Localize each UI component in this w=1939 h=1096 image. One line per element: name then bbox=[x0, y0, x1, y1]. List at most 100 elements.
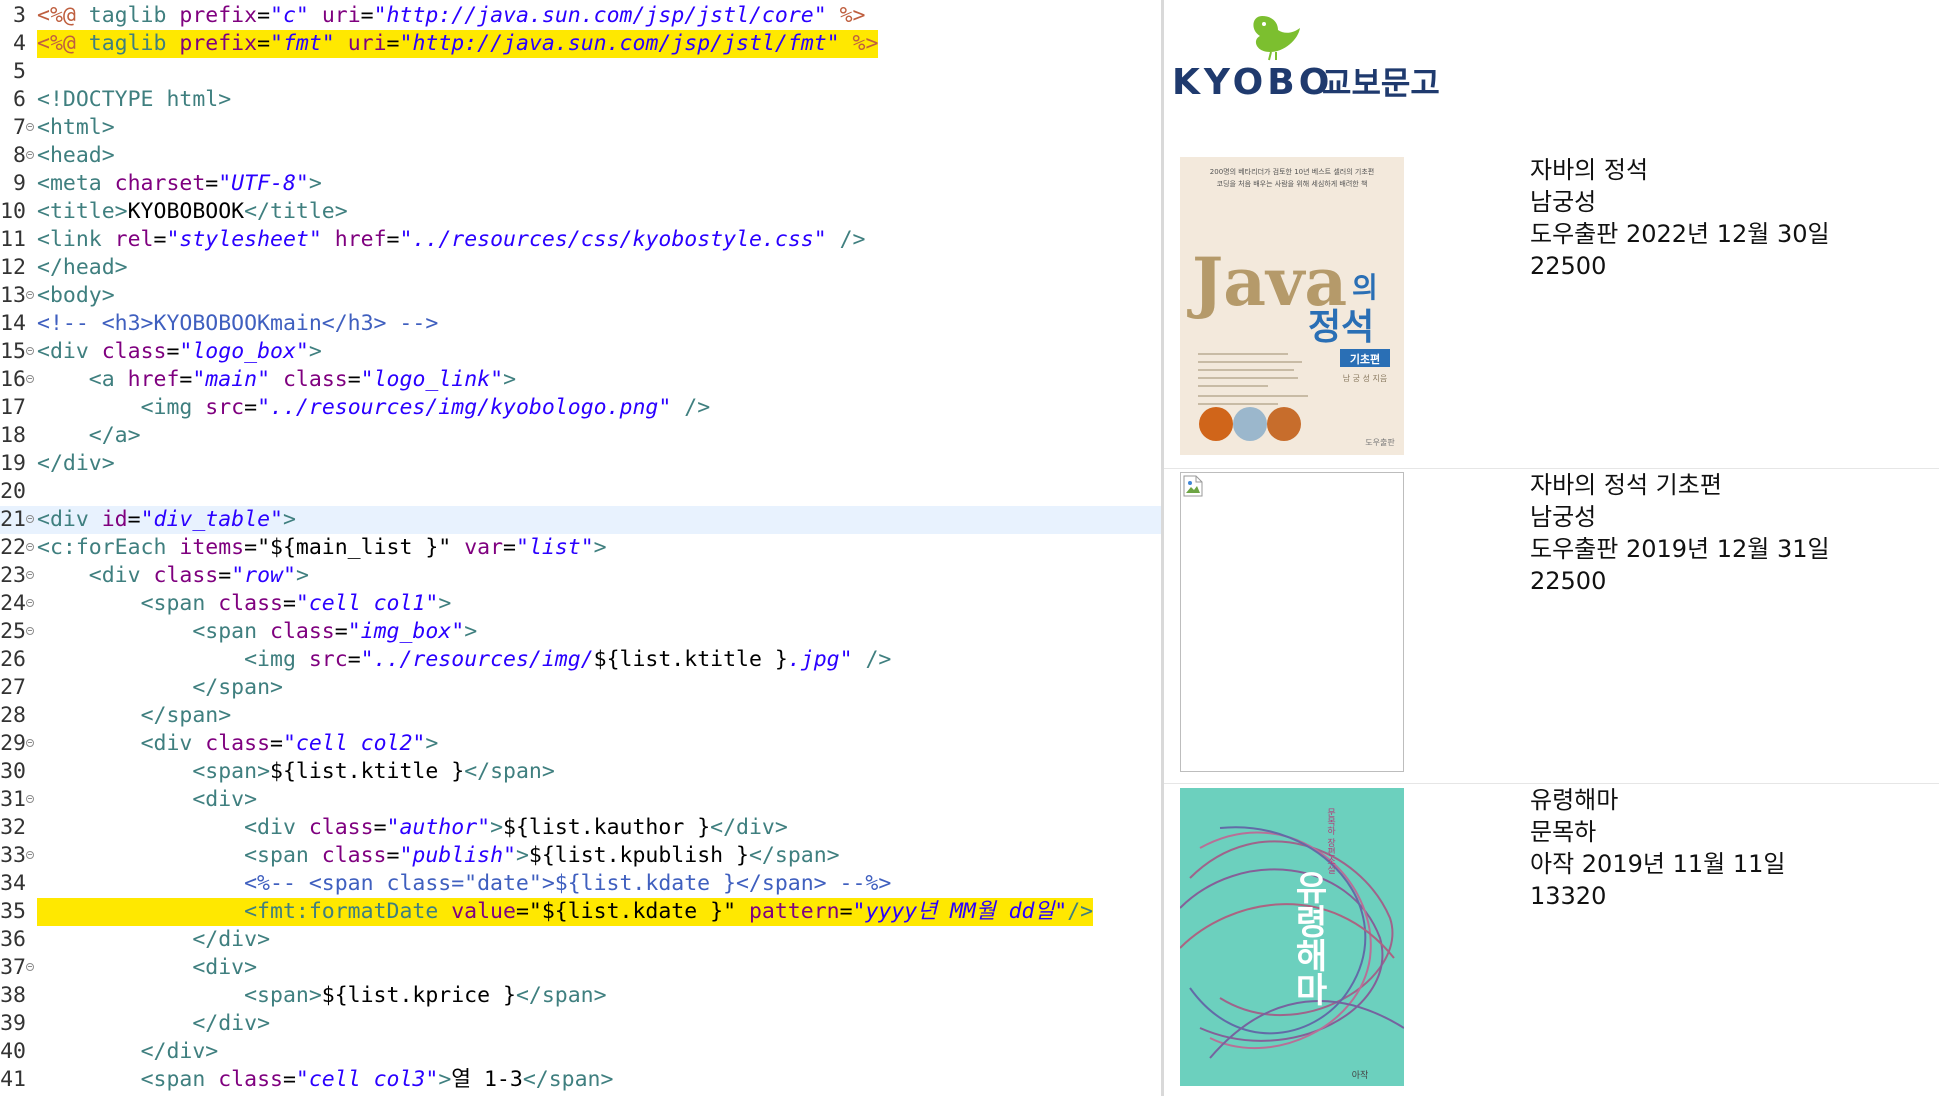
code-line-9[interactable]: 9 <meta charset="UTF-8"> bbox=[0, 170, 1161, 198]
code-token: = bbox=[244, 395, 258, 420]
fold-toggle-icon[interactable] bbox=[26, 599, 34, 607]
code-text: </a> bbox=[37, 422, 141, 450]
code-token: > bbox=[438, 591, 452, 616]
code-token: "../resources/img/ bbox=[360, 647, 594, 672]
code-line-38[interactable]: 38 <span>${list.kprice }</span> bbox=[0, 982, 1161, 1010]
code-line-27[interactable]: 27 </span> bbox=[0, 674, 1161, 702]
code-line-3[interactable]: 3 <%@ taglib prefix="c" uri="http://java.… bbox=[0, 2, 1161, 30]
code-line-17[interactable]: 17 <img src="../resources/img/kyobologo.… bbox=[0, 394, 1161, 422]
code-line-36[interactable]: 36 </div> bbox=[0, 926, 1161, 954]
code-token: <link bbox=[37, 227, 115, 252]
code-line-34[interactable]: 34 <%-- <span class="date">${list.kdate … bbox=[0, 870, 1161, 898]
code-line-16[interactable]: 16 <a href="main" class="logo_link"> bbox=[0, 366, 1161, 394]
fold-toggle-icon[interactable] bbox=[26, 739, 34, 747]
code-token: href bbox=[334, 227, 387, 252]
code-line-24[interactable]: 24 <span class="cell col1"> bbox=[0, 590, 1161, 618]
code-token: <fmt:formatDate bbox=[244, 899, 452, 924]
line-number: 25 bbox=[0, 619, 26, 644]
code-text: </div> bbox=[37, 450, 115, 478]
code-line-20[interactable]: 20 bbox=[0, 478, 1161, 506]
line-number: 5 bbox=[13, 59, 26, 84]
code-token: src bbox=[308, 647, 348, 672]
code-line-35[interactable]: 35 <fmt:formatDate value="${list.kdate }… bbox=[0, 898, 1161, 926]
code-line-23[interactable]: 23 <div class="row"> bbox=[0, 562, 1161, 590]
code-line-40[interactable]: 40 </div> bbox=[0, 1038, 1161, 1066]
code-line-28[interactable]: 28 </span> bbox=[0, 702, 1161, 730]
code-token: = bbox=[503, 535, 516, 560]
fold-toggle-icon[interactable] bbox=[26, 795, 34, 803]
line-number: 24 bbox=[0, 591, 26, 616]
fold-toggle-icon[interactable] bbox=[26, 347, 34, 355]
fold-toggle-icon[interactable] bbox=[26, 963, 34, 971]
code-token: </span> bbox=[464, 759, 555, 784]
code-token: <c:forEach bbox=[37, 535, 180, 560]
code-line-37[interactable]: 37 <div> bbox=[0, 954, 1161, 982]
code-line-4[interactable]: 4 <%@ taglib prefix="fmt" uri="http://jav… bbox=[0, 30, 1161, 58]
code-token: "../resources/css/kyobostyle.css" bbox=[399, 227, 827, 252]
code-token: "${main_list }" bbox=[257, 535, 452, 560]
book-title: 자바의 정석 기초편 bbox=[1530, 471, 1722, 499]
fold-toggle-icon[interactable] bbox=[26, 543, 34, 551]
line-number: 18 bbox=[0, 423, 26, 448]
code-line-12[interactable]: 12 </head> bbox=[0, 254, 1161, 282]
cover-publisher: 도우출판 bbox=[1365, 437, 1395, 447]
fold-toggle-icon[interactable] bbox=[26, 123, 34, 131]
code-token: > bbox=[218, 87, 232, 112]
code-line-26[interactable]: 26 <img src="../resources/img/${list.kti… bbox=[0, 646, 1161, 674]
code-editor[interactable]: 3 <%@ taglib prefix="c" uri="http://java.… bbox=[0, 0, 1161, 1096]
code-line-29[interactable]: 29 <div class="cell col2"> bbox=[0, 730, 1161, 758]
code-token: = bbox=[218, 563, 232, 588]
line-number: 17 bbox=[0, 395, 26, 420]
fold-toggle-icon[interactable] bbox=[26, 151, 34, 159]
code-token: > bbox=[515, 843, 529, 868]
code-line-11[interactable]: 11 <link rel="stylesheet" href="../resour… bbox=[0, 226, 1161, 254]
code-line-25[interactable]: 25 <span class="img_box"> bbox=[0, 618, 1161, 646]
code-line-7[interactable]: 7 <html> bbox=[0, 114, 1161, 142]
code-token: <span bbox=[140, 591, 219, 616]
code-line-39[interactable]: 39 </div> bbox=[0, 1010, 1161, 1038]
fold-toggle-icon[interactable] bbox=[26, 375, 34, 383]
code-line-14[interactable]: 14 <!-- <h3>KYOBOBOOKmain</h3> --> bbox=[0, 310, 1161, 338]
code-token: </div> bbox=[710, 815, 788, 840]
code-token: </head> bbox=[37, 255, 128, 280]
code-line-8[interactable]: 8 <head> bbox=[0, 142, 1161, 170]
code-line-13[interactable]: 13 <body> bbox=[0, 282, 1161, 310]
code-token: </div> bbox=[140, 1039, 219, 1064]
fold-toggle-icon[interactable] bbox=[26, 515, 34, 523]
kyobo-logo-link[interactable]: KYOBO 교보문고 bbox=[1172, 10, 1462, 103]
code-token: <img bbox=[140, 395, 206, 420]
code-line-5[interactable]: 5 bbox=[0, 58, 1161, 86]
line-number: 38 bbox=[0, 983, 26, 1008]
fold-toggle-icon[interactable] bbox=[26, 571, 34, 579]
code-token: = bbox=[127, 507, 141, 532]
code-token: <img bbox=[244, 647, 309, 672]
fold-toggle-icon[interactable] bbox=[26, 627, 34, 635]
code-text: <meta charset="UTF-8"> bbox=[37, 170, 322, 198]
code-token: "row" bbox=[231, 563, 296, 588]
fold-toggle-icon[interactable] bbox=[26, 851, 34, 859]
code-token: <!-- <h3>KYOBOBOOKmain</h3> --> bbox=[37, 311, 439, 336]
code-line-18[interactable]: 18 </a> bbox=[0, 422, 1161, 450]
code-line-33[interactable]: 33 <span class="publish">${list.kpublish… bbox=[0, 842, 1161, 870]
code-line-15[interactable]: 15 <div class="logo_box"> bbox=[0, 338, 1161, 366]
code-line-31[interactable]: 31 <div> bbox=[0, 786, 1161, 814]
book-publish-date: 도우출판 2022년 12월 30일 bbox=[1530, 220, 1830, 248]
code-line-32[interactable]: 32 <div class="author">${list.kauthor }<… bbox=[0, 814, 1161, 842]
code-line-22[interactable]: 22 <c:forEach items="${main_list }" var="… bbox=[0, 534, 1161, 562]
code-line-41[interactable]: 41 <span class="cell col3">열 1-3</span> bbox=[0, 1066, 1161, 1094]
code-line-10[interactable]: 10 <title>KYOBOBOOK</title> bbox=[0, 198, 1161, 226]
code-line-30[interactable]: 30 <span>${list.ktitle }</span> bbox=[0, 758, 1161, 786]
code-token: prefix bbox=[179, 31, 258, 56]
code-token: "author" bbox=[386, 815, 491, 840]
kyobo-logo: KYOBO 교보문고 bbox=[1172, 16, 1440, 103]
code-line-6[interactable]: 6 <!DOCTYPE html> bbox=[0, 86, 1161, 114]
fold-toggle-icon[interactable] bbox=[26, 291, 34, 299]
code-text: <!-- <h3>KYOBOBOOKmain</h3> --> bbox=[37, 310, 438, 338]
code-line-21[interactable]: 21 <div id="div_table"> bbox=[0, 506, 1161, 534]
code-line-19[interactable]: 19 </div> bbox=[0, 450, 1161, 478]
code-token: <%@ bbox=[37, 31, 89, 56]
